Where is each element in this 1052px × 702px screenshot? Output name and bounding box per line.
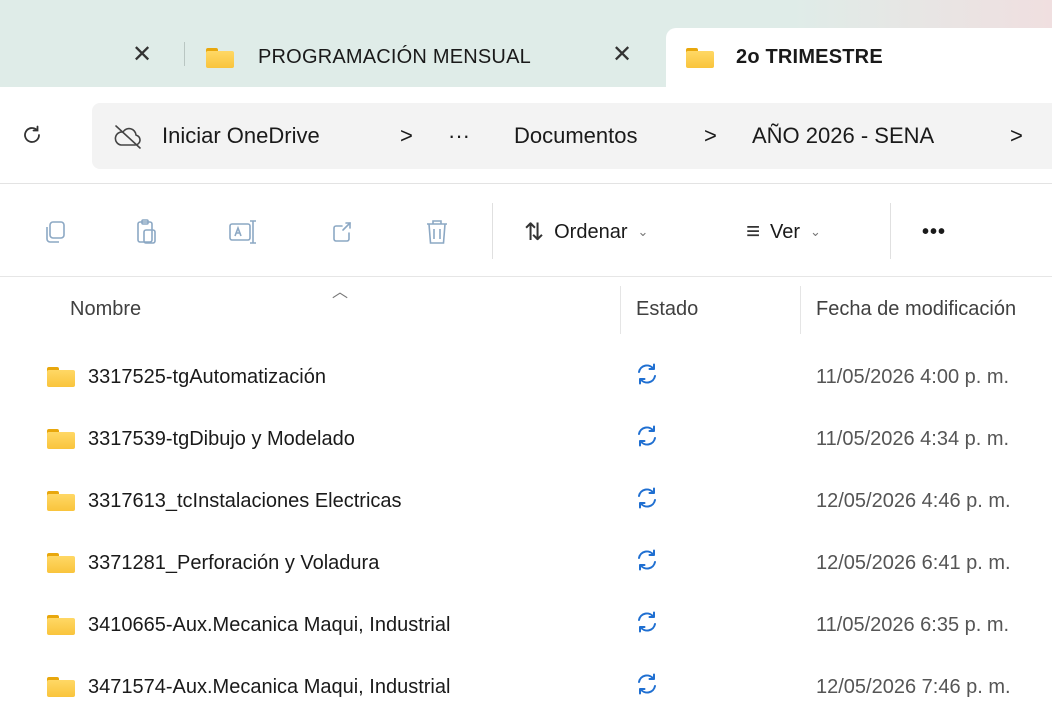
table-row[interactable]: 3471574-Aux.Mecanica Maqui, Industrial 1… — [0, 656, 1052, 702]
command-divider — [492, 203, 493, 259]
modified-date: 11/05/2026 4:00 p. m. — [816, 366, 1010, 388]
folder-icon — [47, 553, 75, 573]
more-options-button[interactable]: ••• — [922, 215, 946, 249]
chevron-down-icon: ⌄ — [810, 224, 821, 239]
sync-pending-icon — [634, 423, 660, 449]
view-label: Ver — [770, 220, 801, 243]
rename-icon[interactable] — [226, 215, 260, 249]
tab-label: PROGRAMACIÓN MENSUAL — [258, 46, 531, 68]
column-header-status[interactable]: Estado — [636, 298, 698, 321]
folder-icon — [47, 491, 75, 511]
file-name: 3410665-Aux.Mecanica Maqui, Industrial — [88, 614, 451, 636]
sort-icon: ⇅ — [524, 218, 545, 246]
copy-icon[interactable] — [38, 215, 72, 249]
chevron-down-icon: ⌄ — [637, 224, 649, 239]
close-tab-icon[interactable]: ✕ — [126, 38, 158, 70]
column-divider[interactable] — [800, 286, 801, 334]
sync-pending-icon — [634, 485, 660, 511]
file-name: 3317525-tgAutomatización — [88, 366, 326, 388]
paste-icon[interactable] — [130, 215, 164, 249]
tab-programacion-mensual[interactable]: PROGRAMACIÓN MENSUAL — [200, 28, 650, 87]
chevron-right-icon[interactable]: > — [704, 123, 717, 149]
folder-icon — [47, 615, 75, 635]
cloud-off-icon — [112, 123, 144, 151]
sync-pending-icon — [634, 361, 660, 387]
list-view-icon: ≡ — [746, 218, 761, 245]
breadcrumb-item-ano-2026[interactable]: AÑO 2026 - SENA — [752, 123, 934, 149]
table-row[interactable]: 3410665-Aux.Mecanica Maqui, Industrial 1… — [0, 594, 1052, 656]
tab-label: 2o TRIMESTRE — [736, 46, 883, 68]
modified-date: 12/05/2026 4:46 p. m. — [816, 490, 1011, 512]
sync-pending-icon — [634, 609, 660, 635]
column-header-modified[interactable]: Fecha de modificación — [816, 298, 1016, 321]
breadcrumb-overflow[interactable]: ··· — [448, 123, 470, 149]
modified-date: 12/05/2026 7:46 p. m. — [816, 676, 1011, 698]
sync-pending-icon — [634, 671, 660, 697]
delete-icon[interactable] — [420, 215, 454, 249]
modified-date: 12/05/2026 6:41 p. m. — [816, 552, 1011, 574]
folder-icon — [206, 48, 234, 68]
table-row[interactable]: 3317613_tcInstalaciones Electricas 12/05… — [0, 470, 1052, 532]
close-tab-icon[interactable]: ✕ — [606, 38, 638, 70]
modified-date: 11/05/2026 4:34 p. m. — [816, 428, 1010, 450]
sync-pending-icon — [634, 547, 660, 573]
view-button[interactable]: ≡ Ver ⌄ — [746, 215, 821, 249]
column-divider[interactable] — [620, 286, 621, 334]
folder-icon — [47, 429, 75, 449]
file-name: 3471574-Aux.Mecanica Maqui, Industrial — [88, 676, 451, 698]
table-row[interactable]: 3317525-tgAutomatización 11/05/2026 4:00… — [0, 346, 1052, 408]
chevron-right-icon[interactable]: > — [1010, 123, 1023, 149]
command-divider — [890, 203, 891, 259]
breadcrumb-item-documentos[interactable]: Documentos — [514, 123, 638, 149]
share-icon[interactable] — [326, 215, 360, 249]
sort-button[interactable]: ⇅ Ordenar ⌄ — [524, 215, 648, 249]
tab-2o-trimestre[interactable]: 2o TRIMESTRE — [666, 28, 1052, 87]
breadcrumb-item-onedrive[interactable]: Iniciar OneDrive — [162, 123, 320, 149]
sort-ascending-icon: ︿ — [332, 284, 349, 301]
file-name: 3371281_Perforación y Voladura — [88, 552, 380, 574]
chevron-right-icon[interactable]: > — [400, 123, 413, 149]
sort-label: Ordenar — [554, 220, 628, 243]
tab-strip: ✕ PROGRAMACIÓN MENSUAL ✕ 2o TRIMESTRE — [0, 0, 1052, 87]
modified-date: 11/05/2026 6:35 p. m. — [816, 614, 1010, 636]
breadcrumb[interactable]: Iniciar OneDrive > ··· Documentos > AÑO … — [92, 103, 1052, 169]
folder-icon — [47, 677, 75, 697]
column-header-name[interactable]: Nombre — [70, 298, 141, 321]
folder-icon — [47, 367, 75, 387]
column-headers: ︿ Nombre Estado Fecha de modificación — [0, 278, 1052, 342]
address-row: Iniciar OneDrive > ··· Documentos > AÑO … — [0, 87, 1052, 184]
file-name: 3317613_tcInstalaciones Electricas — [88, 490, 402, 512]
file-name: 3317539-tgDibujo y Modelado — [88, 428, 355, 450]
table-row[interactable]: 3371281_Perforación y Voladura 12/05/202… — [0, 532, 1052, 594]
table-row[interactable]: 3317539-tgDibujo y Modelado 11/05/2026 4… — [0, 408, 1052, 470]
refresh-icon[interactable] — [14, 117, 50, 153]
command-bar: ⇅ Ordenar ⌄ ≡ Ver ⌄ ••• — [0, 185, 1052, 277]
tab-divider — [184, 42, 185, 66]
folder-icon — [686, 48, 714, 68]
